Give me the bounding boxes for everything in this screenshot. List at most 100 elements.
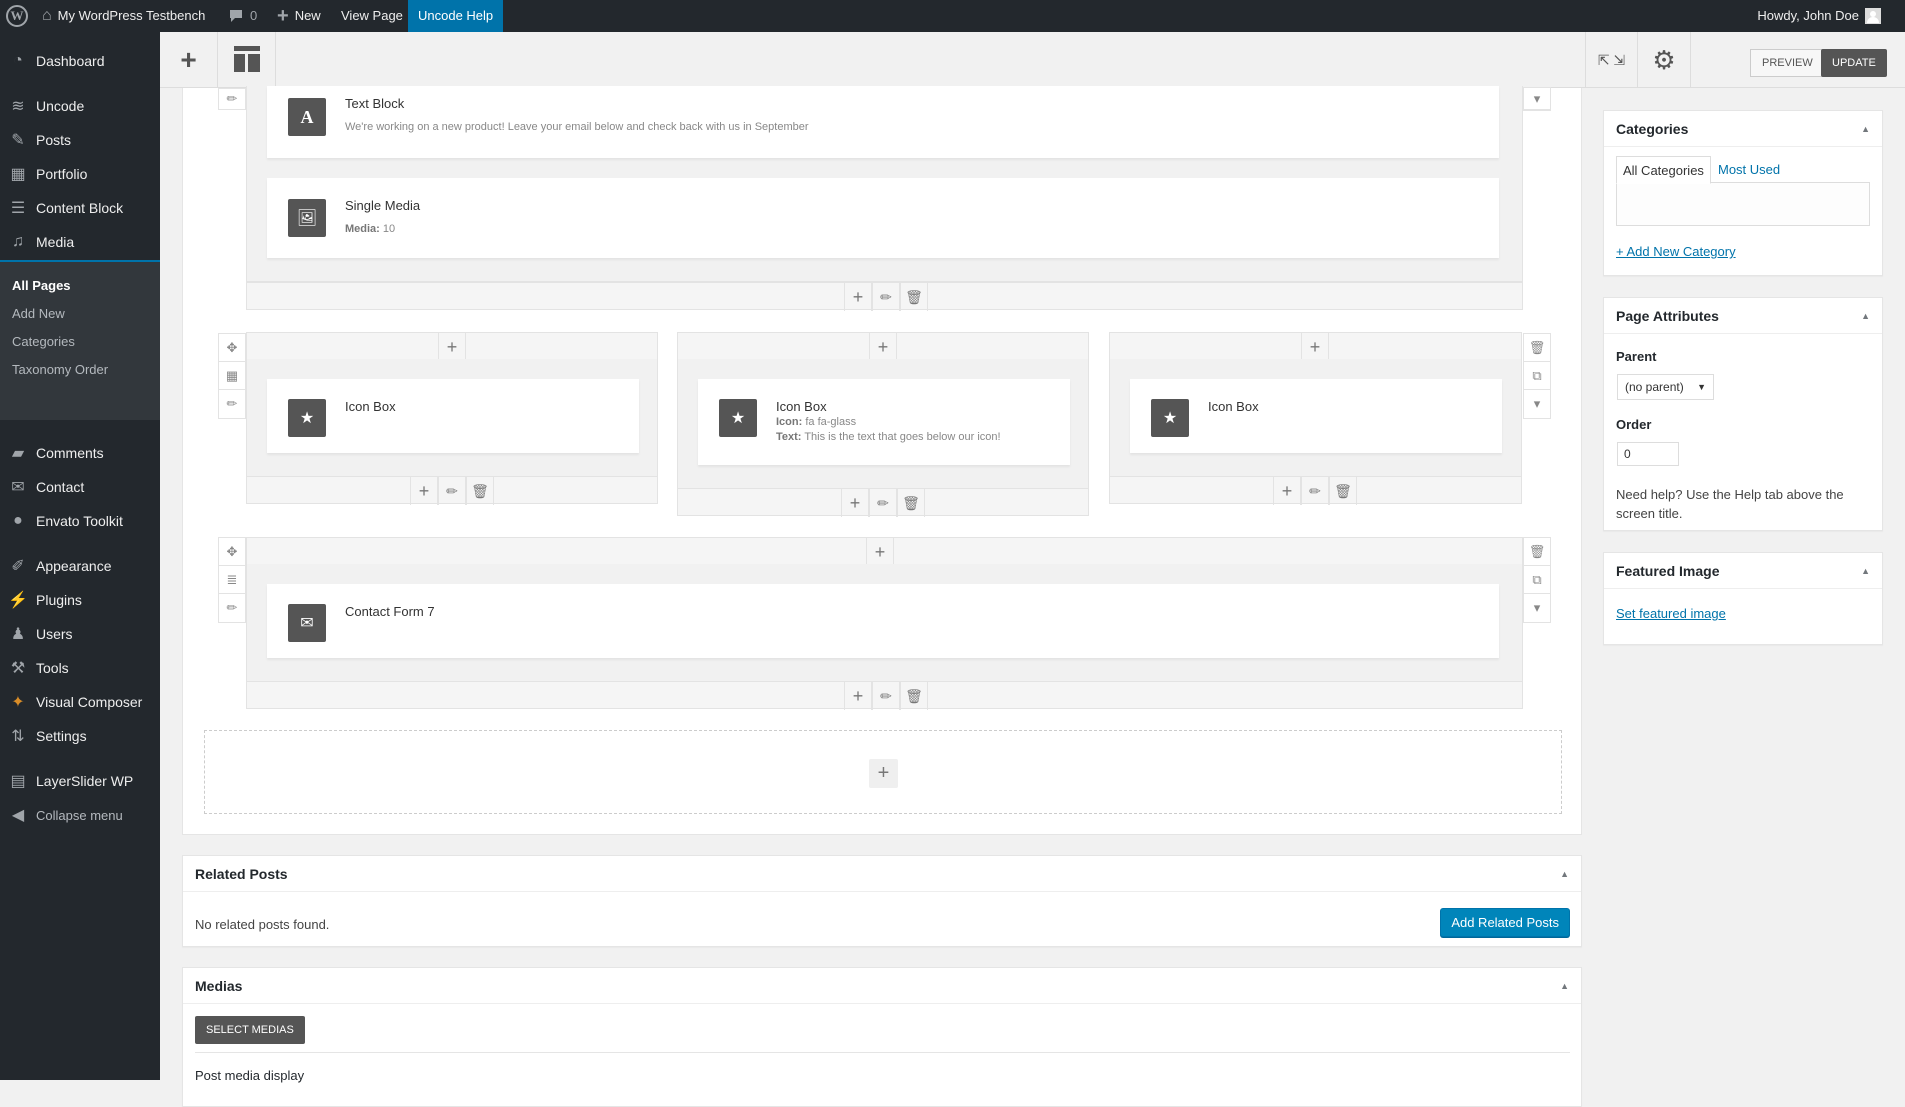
add-element-button[interactable]: + [1301,333,1329,361]
submenu-add-new[interactable]: Add New [12,306,65,321]
metabox-header[interactable]: Page Attributes ▲ [1604,298,1882,334]
sidebar-item-uncode[interactable]: ≋ Uncode [0,89,160,123]
add-element-button[interactable]: + [866,538,894,566]
add-related-posts-button[interactable]: Add Related Posts [1440,908,1570,937]
select-medias-button[interactable]: SELECT MEDIAS [195,1016,305,1044]
edit-row-button[interactable]: ✏ [219,390,245,418]
collapse-menu-button[interactable]: ◀ Collapse menu [0,798,160,832]
edit-column-button[interactable]: ✏ [1301,477,1329,505]
add-element-button[interactable]: + [869,333,897,361]
delete-row-button[interactable]: 🗑 [1524,538,1550,566]
icon-box-element[interactable]: ★ Icon Box Icon: fa fa-glass Text: This … [698,379,1070,465]
edit-row-button[interactable]: ✏ [219,594,245,622]
clone-row-button[interactable]: ⧉ [1524,566,1550,594]
move-row-handle[interactable]: ✥ [219,538,245,566]
site-name-link[interactable]: ⌂ My WordPress Testbench [42,0,205,32]
collapse-triangle-icon[interactable]: ▲ [1861,566,1870,576]
add-new-category-link[interactable]: + Add New Category [1616,244,1736,259]
metabox-header[interactable]: Featured Image ▲ [1604,553,1882,589]
new-content-link[interactable]: + New [277,0,321,32]
edit-column-button[interactable]: ✏ [869,489,897,517]
delete-column-button[interactable]: 🗑 [900,682,928,710]
delete-column-button[interactable]: 🗑 [466,477,494,505]
my-account-link[interactable]: Howdy, John Doe [1757,0,1881,32]
edit-column-button[interactable]: ✏ [872,283,900,311]
element-title: Single Media [345,198,421,213]
add-element-button[interactable]: + [410,477,438,505]
builder-canvas: ✏ A Text Block We're working on a new pr… [182,86,1582,835]
sidebar-item-tools[interactable]: ⚒ Tools [0,651,160,685]
delete-row-button[interactable]: 🗑 [1524,334,1550,362]
submenu-taxonomy-order[interactable]: Taxonomy Order [12,362,108,377]
collapse-triangle-icon[interactable]: ▲ [1560,869,1569,879]
tab-most-used[interactable]: Most Used [1718,162,1780,177]
add-element-button[interactable]: + [844,283,872,311]
admin-bar: W ⌂ My WordPress Testbench 0 + New View … [0,0,1905,32]
tab-all-categories[interactable]: All Categories [1616,156,1711,184]
fullscreen-button[interactable]: ⇱ ⇲ [1585,32,1638,88]
submenu-all-pages[interactable]: All Pages [12,278,71,293]
add-element-button[interactable]: + [438,333,466,361]
sidebar-item-visual-composer[interactable]: ✦ Visual Composer [0,685,160,719]
single-media-element[interactable]: 🖼 Single Media Media: 10 [267,178,1499,258]
row-layout-button[interactable]: ≣ [219,566,245,594]
templates-button[interactable] [218,32,276,88]
submenu-categories[interactable]: Categories [12,334,75,349]
add-row-button[interactable]: + [869,759,898,788]
column-3: ★ Icon Box [1109,359,1522,476]
collapse-triangle-icon[interactable]: ▲ [1861,124,1870,134]
add-element-button[interactable]: + [841,489,869,517]
text-block-element[interactable]: A Text Block We're working on a new prod… [267,86,1499,158]
sidebar-item-plugins[interactable]: ⚡ Plugins [0,583,160,617]
parent-select[interactable]: (no parent) ▼ [1617,374,1714,400]
category-checklist[interactable] [1616,182,1870,226]
plus-icon: + [180,44,197,75]
add-element-button[interactable]: + [844,682,872,710]
metabox-header[interactable]: Related Posts ▲ [183,856,1581,892]
sidebar-item-layerslider[interactable]: ▤ LayerSlider WP [0,764,160,798]
sidebar-item-dashboard[interactable]: ◔ Dashboard [0,44,160,78]
toggle-row-button[interactable]: ▾ [1524,390,1550,418]
settings-button[interactable]: ⚙ [1638,32,1691,88]
uncode-help-link[interactable]: Uncode Help [408,0,504,32]
site-name: My WordPress Testbench [57,8,206,23]
metabox-header[interactable]: Categories ▲ [1604,111,1882,147]
toggle-row-button[interactable]: ▾ [1524,594,1550,622]
meta-label: Text: [776,431,802,443]
set-featured-image-link[interactable]: Set featured image [1616,606,1726,621]
edit-row-button[interactable]: ✏ [219,89,245,110]
sidebar-item-posts[interactable]: ✎ Posts [0,123,160,157]
order-input[interactable] [1617,442,1679,466]
delete-column-button[interactable]: 🗑 [900,283,928,311]
delete-column-button[interactable]: 🗑 [1329,477,1357,505]
sidebar-item-portfolio[interactable]: ▦ Portfolio [0,157,160,191]
toggle-row-button[interactable]: ▾ [1524,88,1550,110]
clone-row-button[interactable]: ⧉ [1524,362,1550,390]
delete-column-button[interactable]: 🗑 [897,489,925,517]
sidebar-item-media[interactable]: ♫ Media [0,225,160,259]
icon-box-element[interactable]: ★ Icon Box [267,379,639,453]
wordpress-logo-button[interactable]: W [6,0,28,32]
add-element-button[interactable]: + [160,32,218,88]
sidebar-item-contact[interactable]: ✉ Contact [0,470,160,504]
update-button[interactable]: UPDATE [1821,49,1887,77]
row-layout-button[interactable]: ▦ [219,362,245,390]
icon-box-element[interactable]: ★ Icon Box [1130,379,1502,453]
metabox-header[interactable]: Medias ▲ [183,968,1581,1004]
collapse-triangle-icon[interactable]: ▲ [1861,311,1870,321]
edit-column-button[interactable]: ✏ [872,682,900,710]
view-page-link[interactable]: View Page [341,0,403,32]
add-element-button[interactable]: + [1273,477,1301,505]
sidebar-item-comments[interactable]: ▰ Comments [0,436,160,470]
sidebar-item-content-block[interactable]: ☰ Content Block [0,191,160,225]
sidebar-item-settings[interactable]: ⇅ Settings [0,719,160,753]
collapse-triangle-icon[interactable]: ▲ [1560,981,1569,991]
contact-form-element[interactable]: ✉ Contact Form 7 [267,584,1499,658]
comments-link[interactable]: 0 [228,0,257,32]
sidebar-item-users[interactable]: ♟ Users [0,617,160,651]
sidebar-item-envato-toolkit[interactable]: ● Envato Toolkit [0,504,160,538]
edit-column-button[interactable]: ✏ [438,477,466,505]
move-row-handle[interactable]: ✥ [219,334,245,362]
preview-button[interactable]: PREVIEW [1750,49,1825,77]
sidebar-item-appearance[interactable]: ✐ Appearance [0,549,160,583]
